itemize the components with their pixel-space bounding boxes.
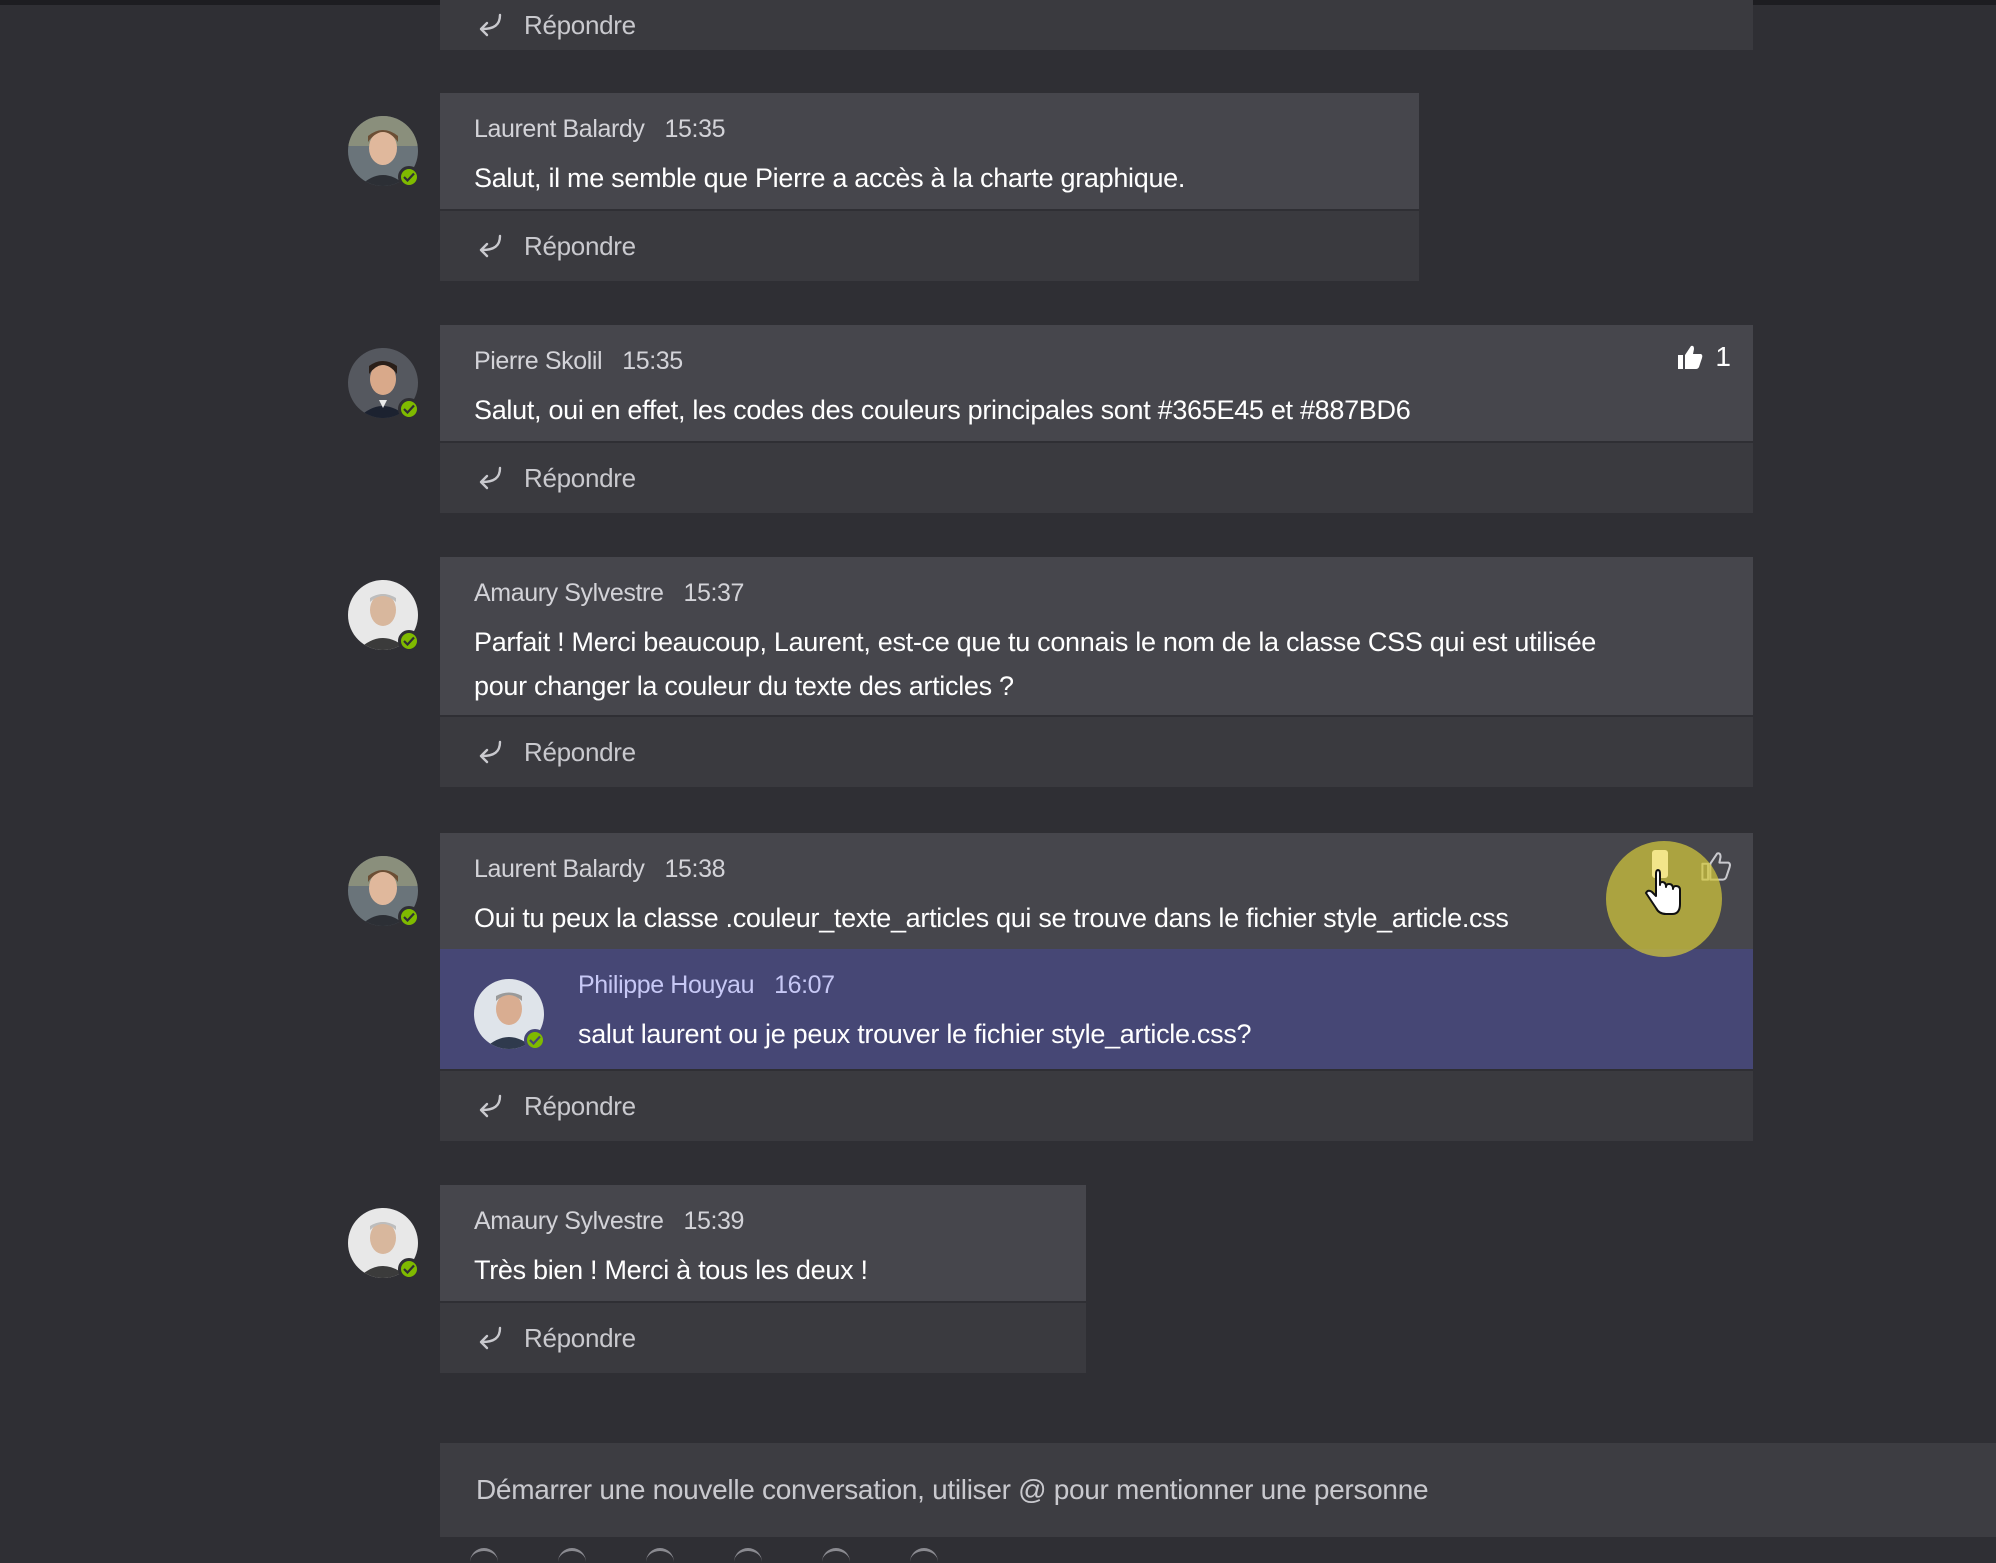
presence-check-icon [524, 1029, 546, 1051]
reply-arrow-icon [479, 234, 502, 258]
reply-label: Répondre [524, 736, 636, 767]
attach-icon[interactable] [558, 1548, 586, 1563]
reply-arrow-icon [479, 1326, 502, 1350]
presence-check-icon [398, 166, 420, 188]
timestamp: 15:37 [683, 579, 745, 607]
reply-arrow-icon [479, 13, 502, 37]
sticker-icon[interactable] [822, 1548, 850, 1563]
message-thread: Pierre Skolil 15:35 Salut, oui en effet, … [348, 325, 1753, 513]
like-count: 1 [1715, 341, 1731, 372]
hand-cursor-icon [1645, 850, 1681, 915]
reply-button[interactable]: Répondre [440, 209, 1419, 281]
author-name[interactable]: Philippe Houyau [578, 971, 754, 999]
author-name[interactable]: Laurent Balardy [474, 855, 645, 883]
reply-arrow-icon [479, 466, 502, 490]
message-thread: Laurent Balardy 15:35 Salut, il me semble… [348, 93, 1419, 281]
message-text: Très bien ! Merci à tous les deux ! [474, 1255, 868, 1285]
reply-button[interactable]: Répondre [440, 1301, 1086, 1373]
timestamp: 16:07 [774, 971, 835, 999]
format-icon[interactable] [470, 1548, 498, 1563]
reply-label: Répondre [524, 1090, 636, 1121]
avatar[interactable] [348, 348, 420, 420]
presence-check-icon [398, 398, 420, 420]
timestamp: 15:39 [683, 1207, 745, 1235]
message-meta: Amaury Sylvestre 15:37 [474, 579, 1719, 608]
reply-arrow-icon [479, 1094, 502, 1118]
avatar[interactable] [348, 580, 420, 652]
message: Laurent Balardy 15:38 Oui tu peux la clas… [348, 833, 1753, 949]
message-meta: Laurent Balardy 15:38 [474, 855, 1719, 884]
nested-reply: Philippe Houyau 16:07 salut laurent ou je… [440, 949, 1753, 1069]
reply-label: Répondre [524, 230, 636, 261]
compose-toolbar [470, 1548, 938, 1563]
message: Pierre Skolil 15:35 Salut, oui en effet, … [348, 325, 1753, 441]
new-conversation-box[interactable] [440, 1443, 1996, 1537]
message-text: salut laurent ou je peux trouver le fich… [578, 1019, 1252, 1049]
presence-check-icon [398, 630, 420, 652]
message-meta: Philippe Houyau 16:07 [578, 971, 1753, 1000]
reply-button[interactable]: Répondre [440, 1069, 1753, 1141]
gif-icon[interactable] [734, 1548, 762, 1563]
message: Amaury Sylvestre 15:37 Parfait ! Merci be… [348, 557, 1753, 715]
reply-button[interactable]: Répondre [440, 0, 1753, 50]
message-meta: Amaury Sylvestre 15:39 [474, 1207, 1052, 1236]
message-text-line: Parfait ! Merci beaucoup, Laurent, est-c… [474, 627, 1597, 657]
meeting-icon[interactable] [910, 1548, 938, 1563]
new-conversation-input[interactable] [474, 1473, 1878, 1507]
message-meta: Pierre Skolil 15:35 [474, 347, 1719, 376]
thumbs-up-icon [1678, 345, 1703, 369]
message-thread: Amaury Sylvestre 15:37 Parfait ! Merci be… [348, 557, 1753, 787]
previous-thread: Répondre [440, 0, 1753, 50]
author-name[interactable]: Amaury Sylvestre [474, 579, 664, 607]
avatar[interactable] [474, 979, 546, 1051]
reply-label: Répondre [524, 9, 636, 40]
message-thread: Laurent Balardy 15:38 Oui tu peux la clas… [348, 833, 1753, 1141]
presence-check-icon [398, 906, 420, 928]
reply-arrow-icon [479, 740, 502, 764]
reply-button[interactable]: Répondre [440, 715, 1753, 787]
author-name[interactable]: Amaury Sylvestre [474, 1207, 664, 1235]
message-text: Oui tu peux la classe .couleur_texte_art… [474, 903, 1509, 933]
author-name[interactable]: Laurent Balardy [474, 115, 645, 143]
reply-label: Répondre [524, 462, 636, 493]
message-text: Salut, il me semble que Pierre a accès à… [474, 163, 1186, 193]
message: Laurent Balardy 15:35 Salut, il me semble… [348, 93, 1419, 209]
timestamp: 15:38 [664, 855, 726, 883]
like-reaction[interactable]: 1 [1675, 341, 1731, 373]
avatar[interactable] [348, 856, 420, 928]
reply-button[interactable]: Répondre [440, 441, 1753, 513]
avatar[interactable] [348, 116, 420, 188]
presence-check-icon [398, 1258, 420, 1280]
timestamp: 15:35 [622, 347, 683, 375]
message-meta: Laurent Balardy 15:35 [474, 115, 1385, 144]
message-text-line: pour changer la couleur du texte des art… [474, 671, 1014, 701]
emoji-icon[interactable] [646, 1548, 674, 1563]
message-thread: Amaury Sylvestre 15:39 Très bien ! Merci … [348, 1185, 1086, 1373]
message: Amaury Sylvestre 15:39 Très bien ! Merci … [348, 1185, 1086, 1301]
author-name[interactable]: Pierre Skolil [474, 347, 603, 375]
reply-label: Répondre [524, 1322, 636, 1353]
timestamp: 15:35 [664, 115, 726, 143]
message-text: Salut, oui en effet, les codes des coule… [474, 395, 1411, 425]
avatar[interactable] [348, 1208, 420, 1280]
message-text: Parfait ! Merci beaucoup, Laurent, est-c… [474, 620, 1719, 708]
